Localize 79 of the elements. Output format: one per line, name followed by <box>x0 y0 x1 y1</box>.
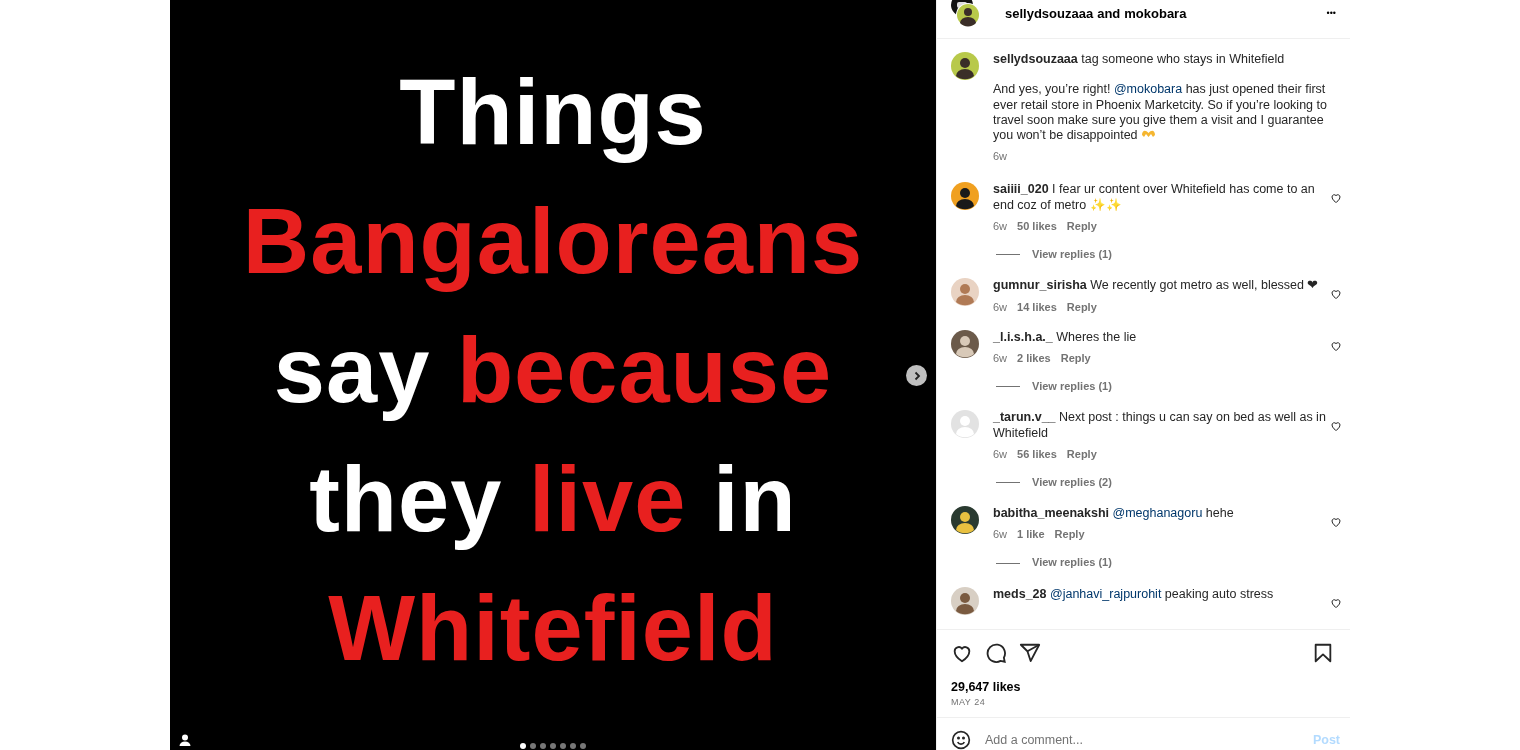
speech-bubble-icon <box>985 642 1007 664</box>
heart-icon <box>1330 288 1342 301</box>
view-replies-button[interactable]: View replies (2) <box>1032 474 1112 491</box>
heart-icon <box>1330 192 1342 205</box>
comment-text: _tarun.v__ Next post : things u can say on bed as well as in Whitefield <box>993 410 1327 441</box>
comment-text: saiiii_020 I fear ur content over Whitefield has come to an end coz of metro ✨✨ <box>993 182 1316 214</box>
next-button[interactable] <box>906 365 927 386</box>
slide-headline: because <box>456 318 833 421</box>
paper-plane-icon <box>1019 642 1041 664</box>
comment-text: babitha_meenakshi @meghanagoru hehe <box>993 506 1235 522</box>
likes-count[interactable]: 56 likes <box>1017 446 1057 461</box>
comment-time: 6w <box>993 350 1008 365</box>
comment-text: gumnur_sirisha We recently got metro as well, blessed ❤ <box>993 278 1320 294</box>
comment-time: 6w <box>993 299 1008 314</box>
likes-count[interactable]: 14 likes <box>1017 299 1057 314</box>
emoji-icon <box>951 730 971 750</box>
view-replies-button[interactable]: View replies (1) <box>1032 378 1112 395</box>
slide-headline: they <box>309 447 504 550</box>
like-comment-button[interactable] <box>1330 288 1342 301</box>
reply-button[interactable]: Reply <box>1066 219 1097 234</box>
tagged-user-button[interactable] <box>178 733 192 747</box>
mention-link[interactable]: @meghanagoru <box>1112 506 1203 521</box>
comment-text: _l.i.s.h.a._ Wheres the lie <box>993 329 1138 345</box>
carousel-dot[interactable] <box>540 743 546 749</box>
comment-text: meds_28 @janhavi_rajpurohit peaking auto stress <box>993 586 1275 603</box>
like-comment-button[interactable] <box>1330 420 1342 433</box>
comment-time: 6w <box>993 149 1008 164</box>
like-comment-button[interactable] <box>1330 596 1342 609</box>
slide-headline: Bangaloreans <box>242 189 864 292</box>
avatar[interactable] <box>951 506 979 535</box>
more-button[interactable]: ••• <box>1322 0 1340 18</box>
comment-time: 6w <box>993 527 1008 542</box>
reply-button[interactable]: Reply <box>1060 350 1091 365</box>
author-name[interactable]: sellydsouzaaa <box>1005 6 1094 21</box>
person-icon <box>178 733 192 747</box>
mention-link[interactable]: @janhavi_rajpurohit <box>1050 586 1162 601</box>
heart-icon <box>1330 596 1342 609</box>
author-name[interactable]: mokobara <box>1124 6 1187 21</box>
slide-headline: Whitefield <box>328 576 778 679</box>
carousel-dot[interactable] <box>580 743 586 749</box>
likes-total[interactable]: 29,647 likes <box>951 680 1336 694</box>
heart-icon <box>1330 516 1342 529</box>
heart-icon <box>1330 339 1342 352</box>
comment-time: 6w <box>993 446 1008 461</box>
carousel-dot[interactable] <box>520 743 526 749</box>
avatar[interactable] <box>951 329 979 358</box>
avatar-pair[interactable] <box>951 0 981 28</box>
slide-headline: live <box>528 447 687 550</box>
caption-title: sellydsouzaaa tag someone who stays in Whitefield <box>993 52 1286 68</box>
view-replies-button[interactable]: View replies (1) <box>1032 555 1112 571</box>
bookmark-icon <box>1312 642 1334 664</box>
carousel-dot[interactable] <box>560 743 566 749</box>
avatar[interactable] <box>951 52 979 80</box>
likes-count[interactable]: 1 like <box>1017 527 1045 542</box>
caption-text: And yes, you’re right! @mokobara has just opened their first ever retail store in Phoenix Marketcity. So if you’re looking to travel soon make sure you give them a visit and I guarantee you won’t be disappointed <box>993 82 1328 144</box>
carousel-dot[interactable] <box>530 743 536 749</box>
reply-button[interactable]: Reply <box>1066 299 1097 314</box>
joiner-text: and <box>1097 6 1121 21</box>
likes-count[interactable]: 50 likes <box>1017 219 1057 234</box>
avatar[interactable] <box>951 182 979 211</box>
reply-button[interactable]: Reply <box>1066 446 1097 461</box>
slide-headline: say <box>273 318 432 421</box>
like-comment-button[interactable] <box>1330 339 1342 352</box>
like-comment-button[interactable] <box>1330 192 1342 205</box>
slide-headline: in <box>711 447 797 550</box>
avatar[interactable] <box>951 586 979 615</box>
likes-count[interactable]: 2 likes <box>1017 350 1051 365</box>
heart-hands-icon <box>1141 128 1157 140</box>
reply-button[interactable]: Reply <box>1054 527 1085 542</box>
heart-icon <box>1330 420 1342 433</box>
carousel-dot[interactable] <box>570 743 576 749</box>
mention-link[interactable]: @mokobara <box>1113 82 1183 97</box>
comment-time: 6w <box>993 219 1008 234</box>
like-comment-button[interactable] <box>1330 516 1342 529</box>
comment-button[interactable] <box>985 642 1009 666</box>
post-date: MAY 24 <box>951 697 987 709</box>
carousel-dot[interactable] <box>550 743 556 749</box>
view-replies-button[interactable]: View replies (1) <box>1032 247 1112 263</box>
slide-headline: Things <box>399 60 707 163</box>
